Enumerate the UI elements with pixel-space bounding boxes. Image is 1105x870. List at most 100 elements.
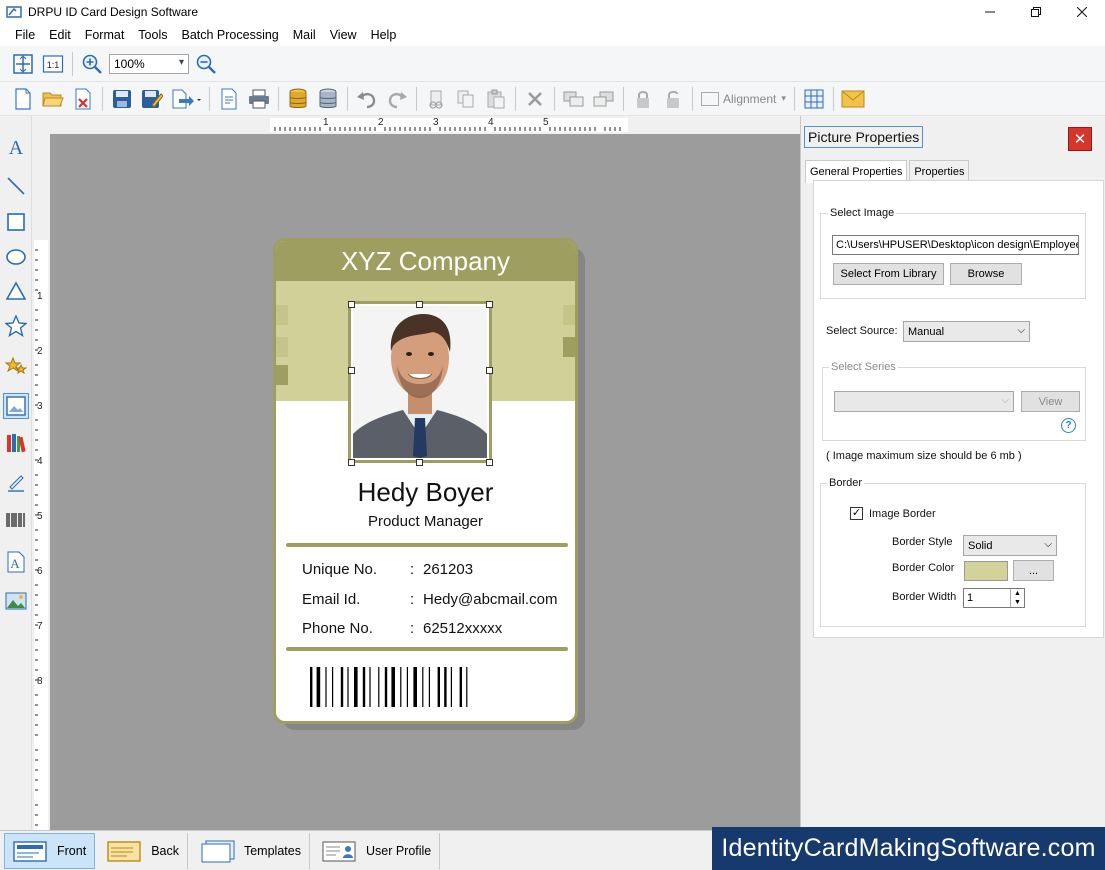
resize-handle[interactable] xyxy=(486,301,493,308)
info-row-email[interactable]: Email Id. : Hedy@abcmail.com xyxy=(302,591,557,608)
cut-button[interactable] xyxy=(423,86,449,112)
select-source-dropdown[interactable]: Manual ⌵ xyxy=(903,321,1030,342)
menu-format[interactable]: Format xyxy=(78,28,132,42)
menu-edit[interactable]: Edit xyxy=(42,28,78,42)
triangle-tool[interactable] xyxy=(3,278,29,304)
image-library-tool[interactable] xyxy=(3,588,29,614)
actual-size-button[interactable]: 1:1 xyxy=(40,51,66,77)
export-icon xyxy=(172,89,201,108)
tab-front[interactable]: Front xyxy=(4,832,96,869)
print-preview-button[interactable] xyxy=(216,86,242,112)
tab-properties[interactable]: Properties xyxy=(909,160,970,182)
menu-file[interactable]: File xyxy=(8,28,42,42)
tab-user-profile[interactable]: User Profile xyxy=(314,832,441,869)
lock-button[interactable] xyxy=(630,86,656,112)
save-as-button[interactable] xyxy=(139,86,165,112)
id-card[interactable]: XYZ Company Hedy Boyer Product Manager U… xyxy=(273,238,578,724)
resize-handle[interactable] xyxy=(348,301,355,308)
minimize-button[interactable] xyxy=(967,0,1013,24)
menu-mail[interactable]: Mail xyxy=(286,28,323,42)
database-button[interactable] xyxy=(315,86,341,112)
border-style-dropdown[interactable]: Solid ⌵ xyxy=(963,535,1057,556)
info-row-unique-no[interactable]: Unique No. : 261203 xyxy=(302,561,473,578)
tab-templates[interactable]: Templates xyxy=(192,832,310,869)
toolbar-separator xyxy=(554,86,555,111)
tab-back[interactable]: Back xyxy=(99,832,188,869)
border-color-swatch[interactable] xyxy=(964,561,1008,581)
back-card-icon xyxy=(107,840,141,862)
picture-tool[interactable] xyxy=(3,393,29,419)
export-button[interactable] xyxy=(169,86,203,112)
copy-button[interactable] xyxy=(453,86,479,112)
border-color-picker-button[interactable]: ... xyxy=(1013,560,1054,581)
browse-button[interactable]: Browse xyxy=(950,263,1022,285)
open-button[interactable] xyxy=(40,86,66,112)
image-border-checkbox[interactable]: ✓ xyxy=(850,507,863,520)
band-stripe xyxy=(276,305,288,325)
maximize-button[interactable] xyxy=(1013,0,1059,24)
save-icon xyxy=(113,89,131,108)
select-series-dropdown[interactable]: ⌵ xyxy=(834,391,1014,412)
company-name[interactable]: XYZ Company xyxy=(276,241,575,281)
panel-close-button[interactable]: ✕ xyxy=(1068,127,1092,151)
menu-view[interactable]: View xyxy=(323,28,364,42)
undo-button[interactable] xyxy=(354,86,380,112)
delete-button[interactable] xyxy=(522,86,548,112)
close-window-button[interactable] xyxy=(1059,0,1105,24)
employee-name[interactable]: Hedy Boyer xyxy=(276,477,575,508)
mail-button[interactable] xyxy=(840,86,866,112)
resize-handle[interactable] xyxy=(348,367,355,374)
send-to-back-button[interactable] xyxy=(591,86,617,112)
resize-handle[interactable] xyxy=(486,459,493,466)
image-border-label: Image Border xyxy=(869,508,936,520)
employee-role[interactable]: Product Manager xyxy=(276,513,575,530)
library-tool[interactable] xyxy=(3,430,29,456)
zoom-out-button[interactable] xyxy=(193,51,219,77)
text-tool[interactable]: A xyxy=(3,134,29,160)
field-label: Phone No. xyxy=(302,620,373,637)
employee-photo-frame[interactable] xyxy=(348,301,492,463)
info-row-phone[interactable]: Phone No. : 62512xxxxx xyxy=(302,620,502,637)
line-tool[interactable] xyxy=(3,173,29,199)
menu-tools[interactable]: Tools xyxy=(131,28,174,42)
resize-handle[interactable] xyxy=(416,301,423,308)
ruler-label: 7 xyxy=(37,621,43,632)
grid-button[interactable] xyxy=(801,86,827,112)
menu-bar: File Edit Format Tools Batch Processing … xyxy=(0,24,1105,46)
alignment-dropdown[interactable]: Alignment ▾ xyxy=(701,91,786,106)
redo-button[interactable] xyxy=(384,86,410,112)
menu-batch-processing[interactable]: Batch Processing xyxy=(174,28,285,42)
view-series-button[interactable]: View xyxy=(1021,391,1080,412)
watermark-tool[interactable]: A xyxy=(3,549,29,575)
templates-icon xyxy=(201,840,235,862)
star-tool[interactable] xyxy=(3,313,29,339)
zoom-in-button[interactable] xyxy=(79,51,105,77)
unlock-button[interactable] xyxy=(660,86,686,112)
ellipse-tool[interactable] xyxy=(3,244,29,270)
help-icon[interactable]: ? xyxy=(1061,418,1076,433)
zoom-select[interactable]: 100% ▾ xyxy=(109,53,189,74)
print-button[interactable] xyxy=(246,86,272,112)
bring-to-front-button[interactable] xyxy=(561,86,587,112)
new-button[interactable] xyxy=(10,86,36,112)
rectangle-tool[interactable] xyxy=(3,209,29,235)
select-from-library-button[interactable]: Select From Library xyxy=(833,263,944,285)
close-document-button[interactable] xyxy=(70,86,96,112)
resize-handle[interactable] xyxy=(416,459,423,466)
fit-to-window-button[interactable] xyxy=(10,51,36,77)
paste-button[interactable] xyxy=(483,86,509,112)
image-path-field[interactable]: C:\Users\HPUSER\Desktop\icon design\Empl… xyxy=(832,235,1079,255)
signature-tool[interactable] xyxy=(3,470,29,496)
menu-help[interactable]: Help xyxy=(364,28,404,42)
resize-handle[interactable] xyxy=(486,367,493,374)
barcode-tool[interactable] xyxy=(3,507,29,533)
database-import-button[interactable] xyxy=(285,86,311,112)
employee-photo[interactable] xyxy=(353,306,487,458)
barcode[interactable] xyxy=(310,667,546,707)
save-button[interactable] xyxy=(109,86,135,112)
resize-handle[interactable] xyxy=(348,459,355,466)
chevron-down-icon: ▾ xyxy=(178,56,184,68)
spinner-arrows[interactable]: ▲ ▼ xyxy=(1010,589,1024,607)
symbol-tool[interactable] xyxy=(3,353,29,379)
border-width-spinner[interactable]: 1 ▲ ▼ xyxy=(963,588,1025,608)
